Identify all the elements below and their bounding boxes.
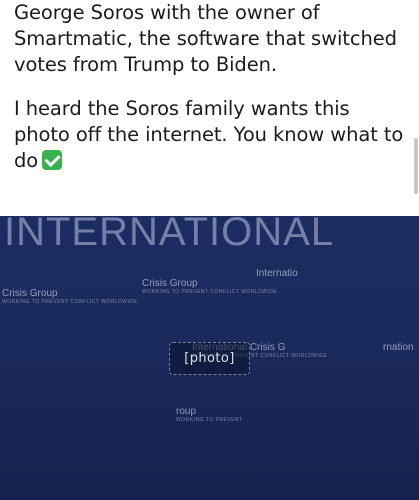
caption-paragraph-2: I heard the Soros family wants this phot… [14,96,406,174]
check-mark-button-icon [42,150,63,170]
caption-paragraph-1: George Soros with the owner of Smartmati… [14,1,397,76]
photo-placeholder: [photo] [0,216,419,500]
caption-paragraph-2-text: I heard the Soros family wants this phot… [14,97,404,172]
scrollbar[interactable] [414,138,418,194]
post-caption: George Soros with the owner of Smartmati… [14,0,406,174]
photo-placeholder-label: [photo] [169,341,250,375]
post-photo[interactable]: INTERNATIONAL Crisis Group WORKING TO PR… [0,216,419,500]
